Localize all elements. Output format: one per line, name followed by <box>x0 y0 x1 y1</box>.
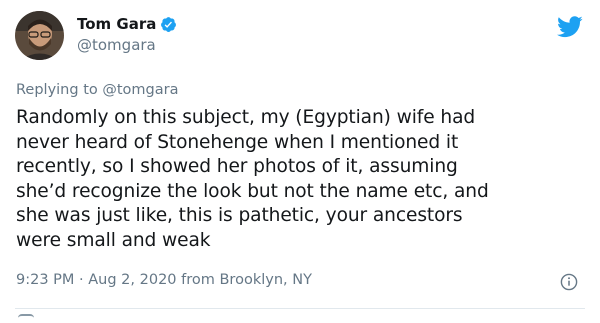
tweet-text-line: were small and weak <box>16 229 211 251</box>
replying-to-label: Replying to @tomgara <box>16 82 179 98</box>
avatar-image <box>15 11 64 60</box>
author-handle[interactable]: @tomgara <box>77 36 156 54</box>
divider <box>15 308 585 309</box>
tweet-text-line: she was just like, this is pathetic, you… <box>16 205 463 227</box>
tweet-text-line: Randomly on this subject, my (Egyptian) … <box>16 107 476 128</box>
tweet-card: Tom Gara @tomgara Replying to @tomgara R… <box>0 0 600 321</box>
avatar[interactable] <box>15 11 64 60</box>
tweet-text: Randomly on this subject, my (Egyptian) … <box>16 106 591 254</box>
reply-icon[interactable] <box>18 314 34 323</box>
author-name-row: Tom Gara <box>77 13 177 35</box>
tweet-text-line: she’d recognize the look but not the nam… <box>16 180 489 202</box>
author-display-name[interactable]: Tom Gara <box>77 15 156 33</box>
verified-badge-icon <box>160 16 177 33</box>
tweet-text-line: never heard of Stonehenge when I mention… <box>16 131 459 153</box>
tweet-text-line: recently, so I showed her photos of it, … <box>16 156 458 178</box>
info-icon[interactable] <box>560 273 578 291</box>
tweet-timestamp[interactable]: 9:23 PM · Aug 2, 2020 from Brooklyn, NY <box>16 272 312 288</box>
twitter-bird-icon[interactable] <box>557 16 583 38</box>
